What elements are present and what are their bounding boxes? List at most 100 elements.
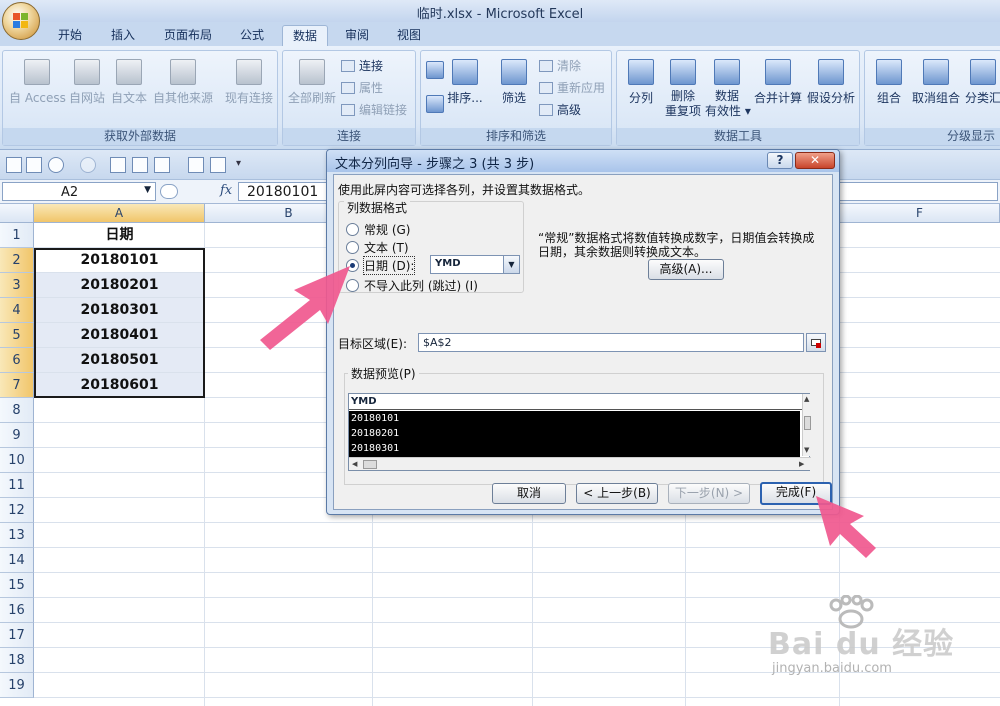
pointer-arrow-icon — [260, 266, 350, 350]
back-button[interactable]: < 上一步(B) — [576, 483, 658, 504]
column-header-f[interactable]: F — [840, 204, 1000, 223]
expand-handle-icon[interactable] — [160, 184, 178, 199]
sort-az-icon — [426, 61, 444, 79]
sort-qat-icon[interactable] — [110, 157, 126, 173]
chart-qat-icon[interactable] — [132, 157, 148, 173]
radio-date-label[interactable]: 日期 (D): — [362, 256, 416, 275]
tab-page-layout[interactable]: 页面布局 — [156, 25, 220, 46]
group-button[interactable]: 组合 — [871, 59, 907, 106]
select-all-corner[interactable] — [0, 204, 34, 223]
row-header[interactable]: 11 — [0, 473, 34, 498]
radio-text-label[interactable]: 文本 (T) — [364, 239, 409, 256]
row-header[interactable]: 17 — [0, 623, 34, 648]
data-preview-pane[interactable]: YMD 20180101 20180201 20180301 20180401 … — [348, 393, 811, 471]
column-header-a[interactable]: A — [34, 204, 205, 223]
from-other-sources-button[interactable]: 自其他来源 — [151, 59, 215, 106]
help-button[interactable]: ? — [767, 152, 793, 169]
form-qat-icon[interactable] — [188, 157, 204, 173]
office-button[interactable] — [2, 2, 40, 40]
subtotal-button[interactable]: 分类汇 — [965, 59, 1000, 106]
row-header[interactable]: 12 — [0, 498, 34, 523]
save-icon[interactable] — [6, 157, 22, 173]
preview-selected-column[interactable]: 20180101 20180201 20180301 20180401 — [349, 411, 800, 457]
name-box[interactable]: A2 ▼ — [2, 182, 156, 201]
row-header[interactable]: 4 — [0, 298, 34, 323]
radio-general-label[interactable]: 常规 (G) — [364, 221, 410, 238]
group-sort-filter: 排序... 筛选 清除 重新应用 高级 排序和筛选 — [420, 50, 612, 146]
advanced-filter-icon — [539, 104, 553, 116]
what-if-analysis-button[interactable]: 假设分析 — [805, 59, 857, 106]
row-header[interactable]: 16 — [0, 598, 34, 623]
customize-qat-icon[interactable]: ▾ — [236, 158, 241, 169]
undo-icon[interactable] — [48, 157, 64, 173]
next-button[interactable]: 下一步(N) > — [668, 483, 750, 504]
clear-filter-button[interactable]: 清除 — [539, 57, 581, 74]
tab-review[interactable]: 审阅 — [338, 25, 376, 46]
ungroup-button[interactable]: 取消组合 — [911, 59, 961, 106]
preview-vertical-scrollbar[interactable]: ▲ ▼ — [802, 394, 811, 456]
existing-connections-button[interactable]: 现有连接 — [223, 59, 275, 106]
split-columns-icon — [628, 59, 654, 85]
preview-column-header[interactable]: YMD — [349, 394, 802, 410]
redo-icon[interactable] — [80, 157, 96, 173]
tab-view[interactable]: 视图 — [390, 25, 428, 46]
advanced-filter-button[interactable]: 高级 — [539, 101, 581, 118]
row-header[interactable]: 10 — [0, 448, 34, 473]
cell-a1[interactable]: 日期 — [35, 223, 204, 247]
row-header[interactable]: 14 — [0, 548, 34, 573]
tab-data[interactable]: 数据 — [282, 25, 328, 46]
radio-text[interactable] — [346, 241, 359, 254]
data-validation-button[interactable]: 数据 有效性 ▾ — [705, 59, 751, 119]
row-header[interactable]: 15 — [0, 573, 34, 598]
row-header[interactable]: 1 — [0, 223, 34, 248]
advanced-button[interactable]: 高级(A)... — [648, 259, 724, 280]
connections-button[interactable]: 连接 — [341, 57, 383, 74]
tab-insert[interactable]: 插入 — [104, 25, 142, 46]
row-header[interactable]: 8 — [0, 398, 34, 423]
cancel-button[interactable]: 取消 — [492, 483, 566, 504]
sort-descending-button[interactable] — [425, 95, 445, 117]
table-qat-icon[interactable] — [210, 157, 226, 173]
row-header[interactable]: 6 — [0, 348, 34, 373]
preview-horizontal-scrollbar[interactable]: ◀ ▶ — [349, 457, 811, 470]
group-label: 连接 — [283, 128, 415, 145]
row-header[interactable]: 3 — [0, 273, 34, 298]
from-web-button[interactable]: 自网站 — [67, 59, 107, 106]
date-format-select[interactable]: YMD ▼ — [430, 255, 520, 274]
radio-general[interactable] — [346, 223, 359, 236]
sort-ascending-button[interactable] — [425, 61, 445, 83]
close-button[interactable]: ✕ — [795, 152, 835, 169]
properties-icon — [341, 82, 355, 94]
remove-duplicates-button[interactable]: 删除 重复项 — [663, 59, 703, 119]
refresh-all-button[interactable]: 全部刷新 — [287, 59, 337, 106]
consolidate-button[interactable]: 合并计算 — [753, 59, 803, 106]
row-header[interactable]: 13 — [0, 523, 34, 548]
new-file-icon[interactable] — [26, 157, 42, 173]
dialog-body: 使用此屏内容可选择各列，并设置其数据格式。 列数据格式 常规 (G) 文本 (T… — [333, 174, 833, 510]
from-access-button[interactable]: 自 Access — [9, 59, 66, 106]
dialog-title-bar[interactable]: 文本分列向导 - 步骤之 3 (共 3 步) ? ✕ — [327, 150, 839, 172]
row-header[interactable]: 7 — [0, 373, 34, 398]
row-header[interactable]: 19 — [0, 673, 34, 698]
reapply-button[interactable]: 重新应用 — [539, 79, 605, 96]
from-text-button[interactable]: 自文本 — [109, 59, 149, 106]
properties-button[interactable]: 属性 — [341, 79, 383, 96]
destination-input[interactable]: $A$2 — [418, 333, 804, 352]
edit-links-button[interactable]: 编辑链接 — [341, 101, 407, 118]
filter-button[interactable]: 筛选 — [497, 59, 531, 106]
row-header[interactable]: 18 — [0, 648, 34, 673]
sort-button[interactable]: 排序... — [447, 59, 483, 106]
radio-skip-label[interactable]: 不导入此列 (跳过) (I) — [364, 277, 478, 294]
range-picker-icon[interactable] — [806, 333, 826, 352]
tab-home[interactable]: 开始 — [50, 25, 90, 46]
row-header[interactable]: 2 — [0, 248, 34, 273]
row-header[interactable]: 5 — [0, 323, 34, 348]
tab-formulas[interactable]: 公式 — [232, 25, 272, 46]
row-header[interactable]: 9 — [0, 423, 34, 448]
pen-qat-icon[interactable] — [154, 157, 170, 173]
text-to-columns-button[interactable]: 分列 — [621, 59, 661, 106]
scroll-thumb[interactable] — [363, 460, 377, 469]
scroll-thumb[interactable] — [804, 416, 811, 430]
group-connections: 全部刷新 连接 属性 编辑链接 连接 — [282, 50, 416, 146]
insert-function-icon[interactable]: fx — [220, 183, 232, 198]
